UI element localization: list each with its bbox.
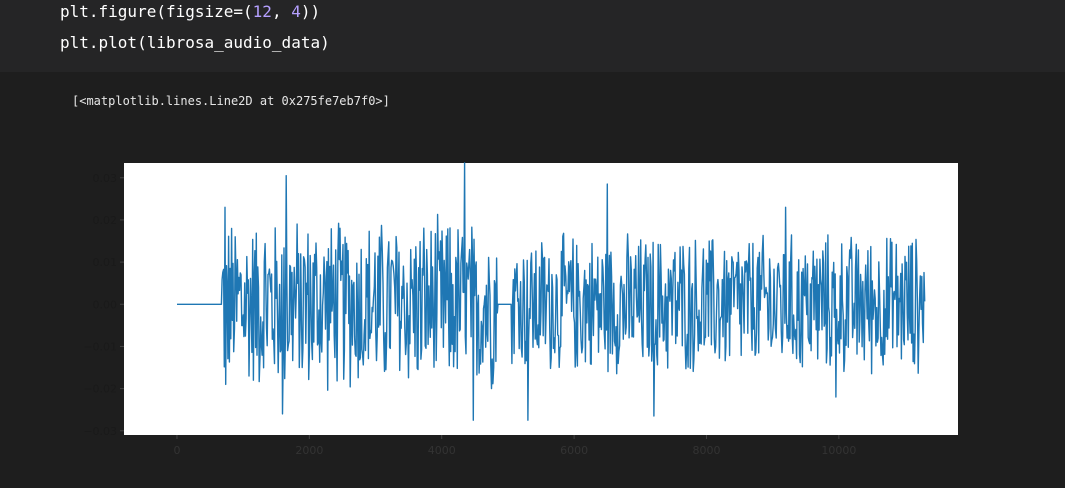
x-tick-label: 6000 — [560, 444, 588, 457]
x-tick-label: 2000 — [295, 444, 323, 457]
waveform-chart: 0.03 0.02 0.01 0.00 −0.01 −0.02 −0.03 0 2000 400… — [83, 162, 958, 457]
y-tick-label: −0.02 — [83, 383, 117, 396]
x-tick-label: 0 — [173, 444, 180, 457]
y-tick-label: 0.01 — [93, 256, 118, 269]
chart-container: 0.03 0.02 0.01 0.00 −0.01 −0.02 −0.03 0 2000 400… — [0, 0, 1065, 484]
y-tick-label: −0.01 — [83, 340, 117, 353]
x-tick-label: 4000 — [428, 444, 456, 457]
x-tick-label: 10000 — [821, 444, 856, 457]
y-tick-label: 0.00 — [93, 298, 118, 311]
x-axis: 0 2000 4000 6000 8000 10000 — [173, 435, 856, 457]
y-tick-label: −0.03 — [83, 425, 117, 438]
y-tick-label: 0.02 — [93, 214, 118, 227]
y-axis: 0.03 0.02 0.01 0.00 −0.01 −0.02 −0.03 — [83, 172, 124, 438]
y-tick-label: 0.03 — [93, 172, 118, 185]
x-tick-label: 8000 — [692, 444, 720, 457]
